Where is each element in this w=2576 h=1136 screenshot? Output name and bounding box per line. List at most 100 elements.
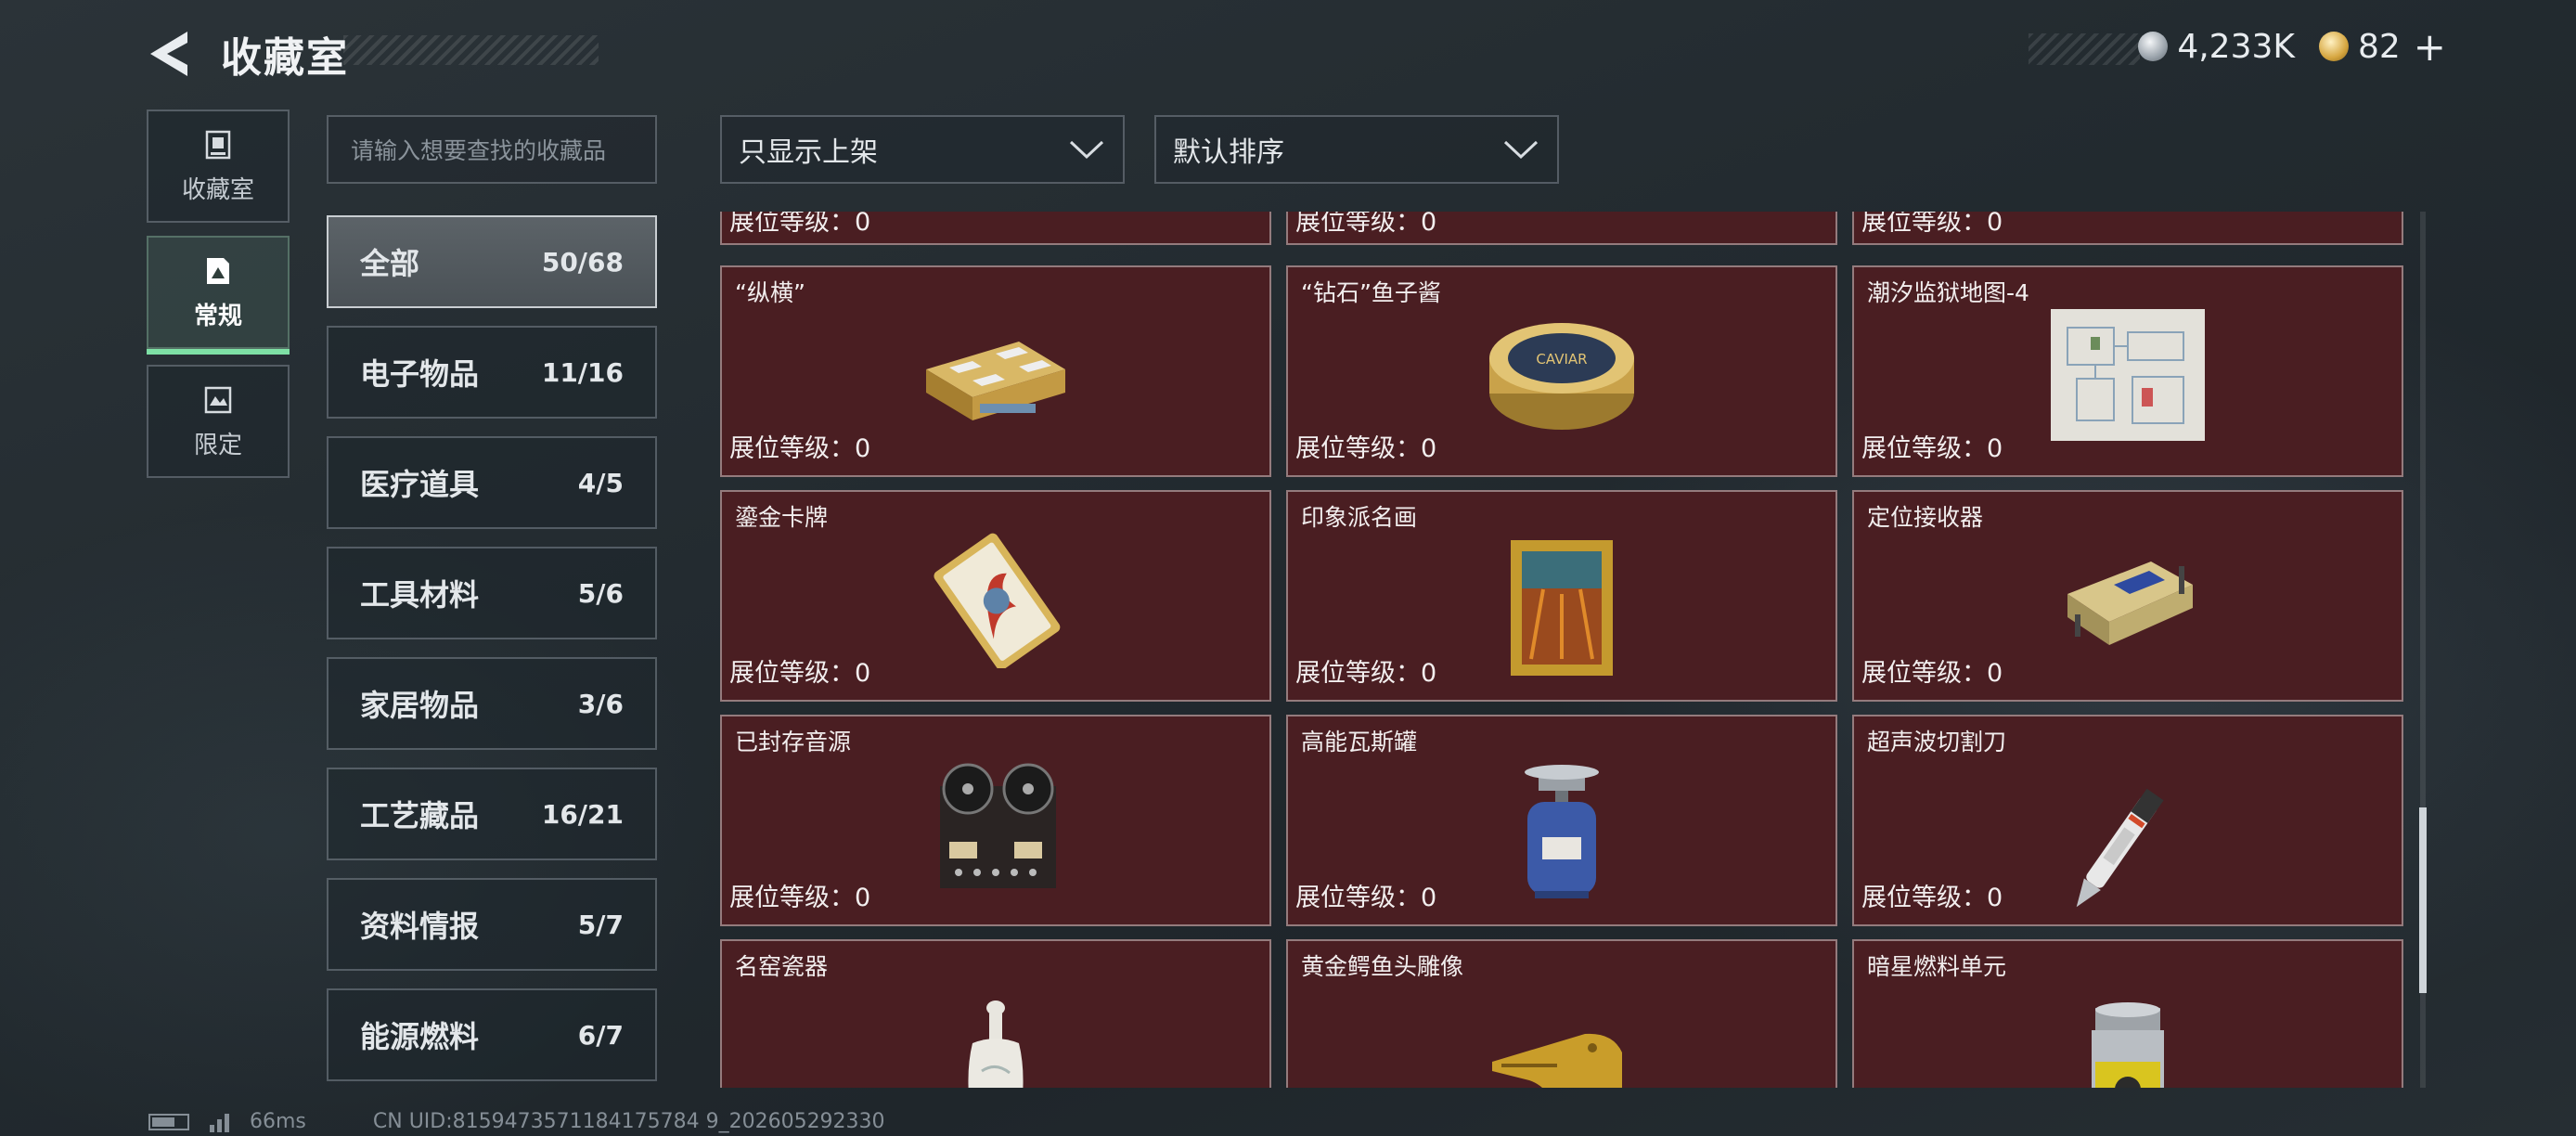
category-all[interactable]: 全部 50/68 xyxy=(327,215,657,308)
collection-card[interactable]: 鎏金卡牌 展位等级：0 xyxy=(720,490,1271,702)
display-level: 展位等级：0 xyxy=(729,434,871,463)
category-count: 50/68 xyxy=(541,246,624,278)
tab-collection[interactable]: 收藏室 xyxy=(147,110,290,223)
search-placeholder: 请输入想要查找的收藏品 xyxy=(351,137,607,164)
item-name: 黄金鳄鱼头雕像 xyxy=(1301,953,1464,980)
item-name: 名窑瓷器 xyxy=(735,953,829,980)
item-name: 高能瓦斯罐 xyxy=(1301,729,1418,755)
display-level: 展位等级：0 xyxy=(1295,434,1437,463)
collection-grid[interactable]: 展位等级：0 展位等级：0 展位等级：0 “纵横” 展位等级：0 “钻石”鱼子酱… xyxy=(720,212,2404,1088)
chevron-down-icon xyxy=(1503,140,1539,160)
search-input[interactable]: 请输入想要查找的收藏品 xyxy=(327,115,657,184)
collection-card[interactable]: 展位等级：0 xyxy=(720,212,1271,245)
item-name: 超声波切割刀 xyxy=(1867,729,2007,755)
silver-currency: 4,233K xyxy=(2138,28,2295,66)
category-label: 工艺藏品 xyxy=(360,798,480,833)
gilded-card-icon xyxy=(934,533,1061,668)
category-count: 11/16 xyxy=(541,356,624,388)
category-label: 电子物品 xyxy=(360,356,480,392)
fuel-cell-icon xyxy=(2092,1002,2164,1088)
category-tools[interactable]: 工具材料 5/6 xyxy=(327,547,657,639)
status-footer: 66ms CN UID:8159473571184175784 9_202605… xyxy=(148,1110,885,1133)
collection-card[interactable]: 黄金鳄鱼头雕像 xyxy=(1286,939,1837,1088)
collection-card[interactable]: 展位等级：0 xyxy=(1852,212,2403,245)
title-decoration xyxy=(343,35,599,65)
category-label: 资料情报 xyxy=(360,909,480,944)
category-intel[interactable]: 资料情报 5/7 xyxy=(327,878,657,971)
category-count: 6/7 xyxy=(577,1019,624,1051)
category-medical[interactable]: 医疗道具 4/5 xyxy=(327,436,657,529)
category-electronics[interactable]: 电子物品 11/16 xyxy=(327,326,657,419)
collection-card[interactable]: 名窑瓷器 xyxy=(720,939,1271,1088)
signal-icon xyxy=(210,1112,229,1132)
gas-canister-icon xyxy=(1525,765,1599,898)
display-level: 展位等级：0 xyxy=(1295,884,1437,912)
croc-statue-icon xyxy=(1492,1033,1622,1088)
gold-coin-icon xyxy=(2318,32,2349,61)
item-name: 已封存音源 xyxy=(735,729,852,755)
item-name: 印象派名画 xyxy=(1301,504,1418,531)
chess-box-icon xyxy=(926,342,1065,420)
tape-recorder-icon xyxy=(940,763,1056,888)
category-label: 医疗道具 xyxy=(360,467,480,502)
item-name: 定位接收器 xyxy=(1867,504,1984,531)
receiver-icon xyxy=(2067,562,2193,645)
category-household[interactable]: 家居物品 3/6 xyxy=(327,657,657,750)
collection-card[interactable]: 定位接收器 展位等级：0 xyxy=(1852,490,2403,702)
map-icon xyxy=(2051,309,2205,441)
item-name: 鎏金卡牌 xyxy=(735,504,829,531)
category-crafts[interactable]: 工艺藏品 16/21 xyxy=(327,768,657,860)
item-name: 潮汐监狱地图-4 xyxy=(1867,279,2029,306)
collection-card[interactable]: 已封存音源 展位等级：0 xyxy=(720,715,1271,926)
tab-regular[interactable]: 常规 xyxy=(147,236,290,355)
svg-text:CAVIAR: CAVIAR xyxy=(1536,351,1587,368)
display-level: 展位等级：0 xyxy=(729,659,871,688)
regular-icon xyxy=(207,257,229,284)
tab-collection-label: 收藏室 xyxy=(181,175,254,204)
silver-coin-icon xyxy=(2138,32,2169,61)
sort-value: 默认排序 xyxy=(1173,136,1284,169)
currency-bar: 4,233K 82 + xyxy=(2138,24,2446,70)
collection-card[interactable]: 展位等级：0 xyxy=(1286,212,1837,245)
display-filter-value: 只显示上架 xyxy=(739,136,878,169)
tab-regular-label: 常规 xyxy=(193,302,242,330)
back-arrow-icon[interactable] xyxy=(147,28,191,80)
gold-currency[interactable]: 82 + xyxy=(2318,24,2446,70)
silver-amount: 4,233K xyxy=(2177,27,2295,66)
gold-amount: 82 xyxy=(2357,27,2401,66)
display-level: 展位等级：0 xyxy=(729,212,871,237)
ping-value: 66ms xyxy=(250,1110,306,1133)
limited-icon xyxy=(204,386,232,413)
collection-card[interactable]: “纵横” 展位等级：0 xyxy=(720,265,1271,477)
painting-icon xyxy=(1511,540,1613,676)
sort-dropdown[interactable]: 默认排序 xyxy=(1154,115,1559,184)
scrollbar-thumb[interactable] xyxy=(2419,807,2427,993)
tab-limited-label: 限定 xyxy=(193,431,242,459)
page-title: 收藏室 xyxy=(221,34,349,82)
caviar-tin-icon: CAVIAR xyxy=(1489,323,1634,430)
category-label: 家居物品 xyxy=(360,688,480,723)
collection-card[interactable]: 暗星燃料单元 xyxy=(1852,939,2403,1088)
display-level: 展位等级：0 xyxy=(1861,659,2003,688)
collection-card[interactable]: 超声波切割刀 展位等级：0 xyxy=(1852,715,2403,926)
currency-decoration xyxy=(2029,33,2140,65)
item-name: “纵横” xyxy=(735,279,805,306)
collection-icon xyxy=(205,130,231,159)
collection-card[interactable]: 高能瓦斯罐 展位等级：0 xyxy=(1286,715,1837,926)
collection-card[interactable]: 潮汐监狱地图-4 展位等级：0 xyxy=(1852,265,2403,477)
chevron-down-icon xyxy=(1069,140,1104,160)
display-filter-dropdown[interactable]: 只显示上架 xyxy=(720,115,1125,184)
collection-card[interactable]: “钻石”鱼子酱 CAVIAR 展位等级：0 xyxy=(1286,265,1837,477)
add-currency-button[interactable]: + xyxy=(2414,24,2446,70)
porcelain-vase-icon xyxy=(968,1000,1024,1088)
category-count: 16/21 xyxy=(541,798,624,830)
category-count: 5/7 xyxy=(577,909,624,940)
display-level: 展位等级：0 xyxy=(1295,212,1437,237)
category-energy[interactable]: 能源燃料 6/7 xyxy=(327,988,657,1081)
collection-card[interactable]: 印象派名画 展位等级：0 xyxy=(1286,490,1837,702)
battery-icon xyxy=(148,1113,189,1130)
category-count: 3/6 xyxy=(577,688,624,719)
category-label: 工具材料 xyxy=(360,577,480,613)
tab-limited[interactable]: 限定 xyxy=(147,365,290,478)
uid-text: CN UID:8159473571184175784 9_20260529233… xyxy=(372,1110,885,1133)
